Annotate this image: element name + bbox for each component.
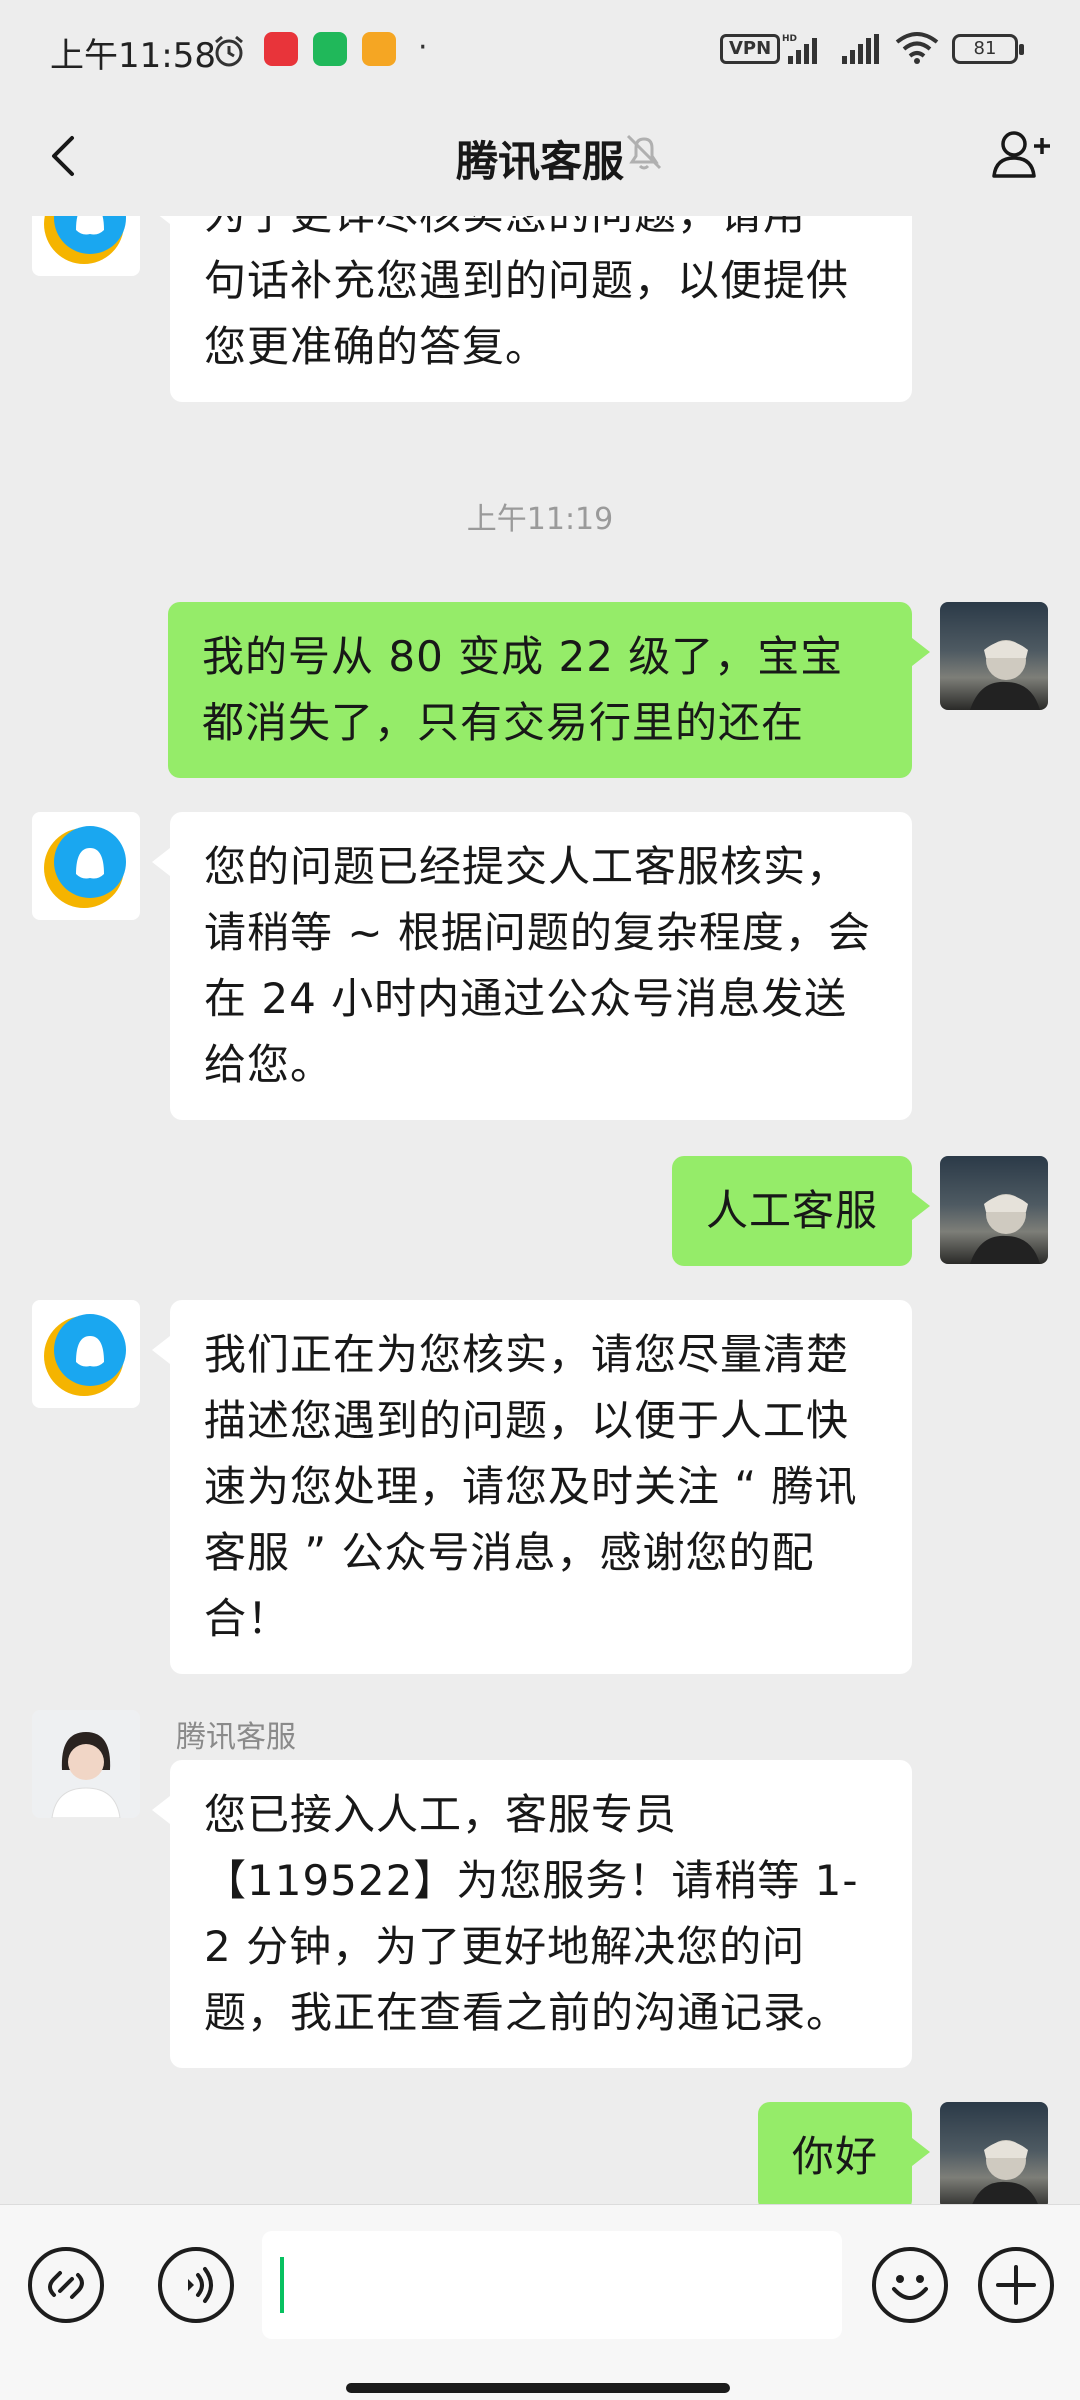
message-bubble: 我们正在为您核实，请您尽量清楚描述您遇到的问题，以便于人工快速为您处理，请您及时…	[152, 1300, 912, 1674]
wifi-icon	[895, 32, 939, 64]
text-caret	[280, 2257, 284, 2313]
message-bubble: 您的问题已经提交人工客服核实，请稍等 ~ 根据问题的复杂程度，会在 24 小时内…	[152, 812, 912, 1120]
add-user-icon[interactable]	[988, 124, 1054, 184]
status-time: 上午11:58	[50, 36, 216, 76]
qq-service-logo-icon	[44, 826, 126, 908]
status-bar: 上午11:58 · VPN HD 81	[0, 0, 1080, 96]
emoji-icon	[892, 2275, 928, 2300]
home-indicator[interactable]	[346, 2383, 730, 2393]
voice-button[interactable]	[158, 2247, 234, 2323]
message-bubble: 为了更详尽核实您的问题，请用一句话补充您遇到的问题，以便提供您更准确的答复。	[152, 216, 912, 402]
battery-icon: 81	[952, 34, 1024, 64]
user-avatar[interactable]	[940, 602, 1048, 710]
more-button[interactable]	[978, 2247, 1054, 2323]
message-bubble: 人工客服	[671, 1156, 931, 1266]
qq-service-logo-icon	[44, 1314, 126, 1396]
sender-name: 腾讯客服	[176, 1720, 296, 1755]
qq-service-logo-icon	[44, 216, 126, 264]
service-avatar[interactable]	[32, 812, 140, 920]
link-icon	[48, 2271, 84, 2299]
message-timestamp: 上午11:19	[466, 502, 614, 537]
emoji-button[interactable]	[872, 2247, 948, 2323]
chat-header: 腾讯客服	[0, 96, 1080, 216]
voice-icon	[188, 2267, 213, 2303]
message-bubble: 您已接入人工，客服专员【119522】为您服务！请稍等 1-2 分钟，为了更好地…	[152, 1760, 912, 2068]
user-photo	[972, 2140, 1038, 2204]
message-list[interactable]: 为了更详尽核实您的问题，请用一句话补充您遇到的问题，以便提供您更准确的答复。 上…	[0, 216, 1080, 2204]
message-bubble: 你好	[757, 2102, 931, 2204]
user-photo	[970, 640, 1040, 710]
agent-avatar[interactable]	[32, 1710, 140, 1818]
link-button[interactable]	[28, 2247, 104, 2323]
input-bar	[0, 2204, 1080, 2400]
svg-text:HD: HD	[782, 34, 797, 44]
mute-bell-icon	[626, 134, 662, 170]
chat-title: 腾讯客服	[455, 137, 624, 186]
alarm-icon	[215, 35, 243, 67]
signal-icon	[842, 34, 879, 64]
user-avatar[interactable]	[940, 1156, 1048, 1264]
security-app-icon	[313, 32, 347, 66]
plus-icon	[996, 2265, 1036, 2305]
vpn-icon: VPN	[720, 34, 781, 64]
notes-app-icon	[362, 32, 396, 66]
message-bubble: 我的号从 80 变成 22 级了，宝宝都消失了，只有交易行里的还在	[168, 602, 930, 778]
hd-signal-icon: HD	[782, 34, 817, 64]
taobao-app-icon	[264, 32, 298, 66]
user-avatar[interactable]	[940, 2102, 1048, 2204]
user-photo	[970, 1194, 1040, 1264]
agent-photo	[51, 1732, 121, 1818]
status-more-dot: ·	[418, 30, 428, 65]
service-avatar[interactable]	[32, 216, 140, 276]
message-input[interactable]	[262, 2231, 842, 2339]
service-avatar[interactable]	[32, 1300, 140, 1408]
